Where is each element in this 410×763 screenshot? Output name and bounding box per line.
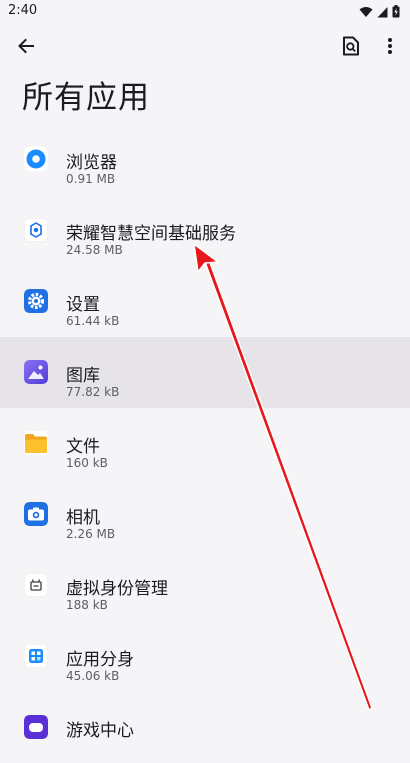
list-item-app-clone[interactable]: 应用分身 45.06 kB <box>0 621 410 692</box>
camera-icon <box>24 502 48 526</box>
app-name: 荣耀智慧空间基础服务 <box>66 224 236 244</box>
app-size: 188 kB <box>66 598 108 612</box>
app-name: 图库 <box>66 366 100 386</box>
battery-icon <box>392 5 400 18</box>
status-bar: 2:40 <box>0 0 410 24</box>
app-name: 浏览器 <box>66 153 117 173</box>
game-center-icon <box>24 715 48 739</box>
app-size: 0.91 MB <box>66 172 116 186</box>
toolbar <box>0 28 410 68</box>
search-document-icon <box>342 36 360 60</box>
app-name: 应用分身 <box>66 650 134 670</box>
settings-icon <box>24 289 48 313</box>
wifi-icon <box>359 6 373 18</box>
files-icon <box>24 431 48 455</box>
back-arrow-icon <box>16 36 36 60</box>
more-options-button[interactable] <box>372 30 408 66</box>
gallery-icon <box>24 360 48 384</box>
app-size: 45.06 kB <box>66 669 120 683</box>
app-name: 相机 <box>66 508 100 528</box>
browser-icon <box>24 147 48 171</box>
app-name: 虚拟身份管理 <box>66 579 168 599</box>
honor-service-icon <box>24 218 48 242</box>
app-name: 设置 <box>66 295 100 315</box>
app-size: 2.26 MB <box>66 527 116 541</box>
app-size: 160 kB <box>66 456 108 470</box>
app-list: 浏览器 0.91 MB 荣耀智慧空间基础服务 24.58 MB 设置 61.44… <box>0 124 410 763</box>
list-item-files[interactable]: 文件 160 kB <box>0 408 410 479</box>
status-icons <box>359 5 400 18</box>
virtual-identity-icon <box>24 573 48 597</box>
back-button[interactable] <box>8 30 44 66</box>
search-apps-button[interactable] <box>333 30 369 66</box>
app-size: 77.82 kB <box>66 385 120 399</box>
list-item-settings[interactable]: 设置 61.44 kB <box>0 266 410 337</box>
list-item-honor-service[interactable]: 荣耀智慧空间基础服务 24.58 MB <box>0 195 410 266</box>
list-item-virtual-identity[interactable]: 虚拟身份管理 188 kB <box>0 550 410 621</box>
list-item-game-center[interactable]: 游戏中心 <box>0 692 410 763</box>
status-time: 2:40 <box>8 3 38 18</box>
more-vert-icon <box>387 37 393 59</box>
app-size: 61.44 kB <box>66 314 120 328</box>
list-item-gallery[interactable]: 图库 77.82 kB <box>0 337 410 408</box>
page-title: 所有应用 <box>22 80 150 116</box>
app-clone-icon <box>24 644 48 668</box>
list-item-browser[interactable]: 浏览器 0.91 MB <box>0 124 410 195</box>
app-name: 文件 <box>66 437 100 457</box>
list-item-camera[interactable]: 相机 2.26 MB <box>0 479 410 550</box>
signal-icon <box>377 6 388 18</box>
app-size: 24.58 MB <box>66 243 123 257</box>
